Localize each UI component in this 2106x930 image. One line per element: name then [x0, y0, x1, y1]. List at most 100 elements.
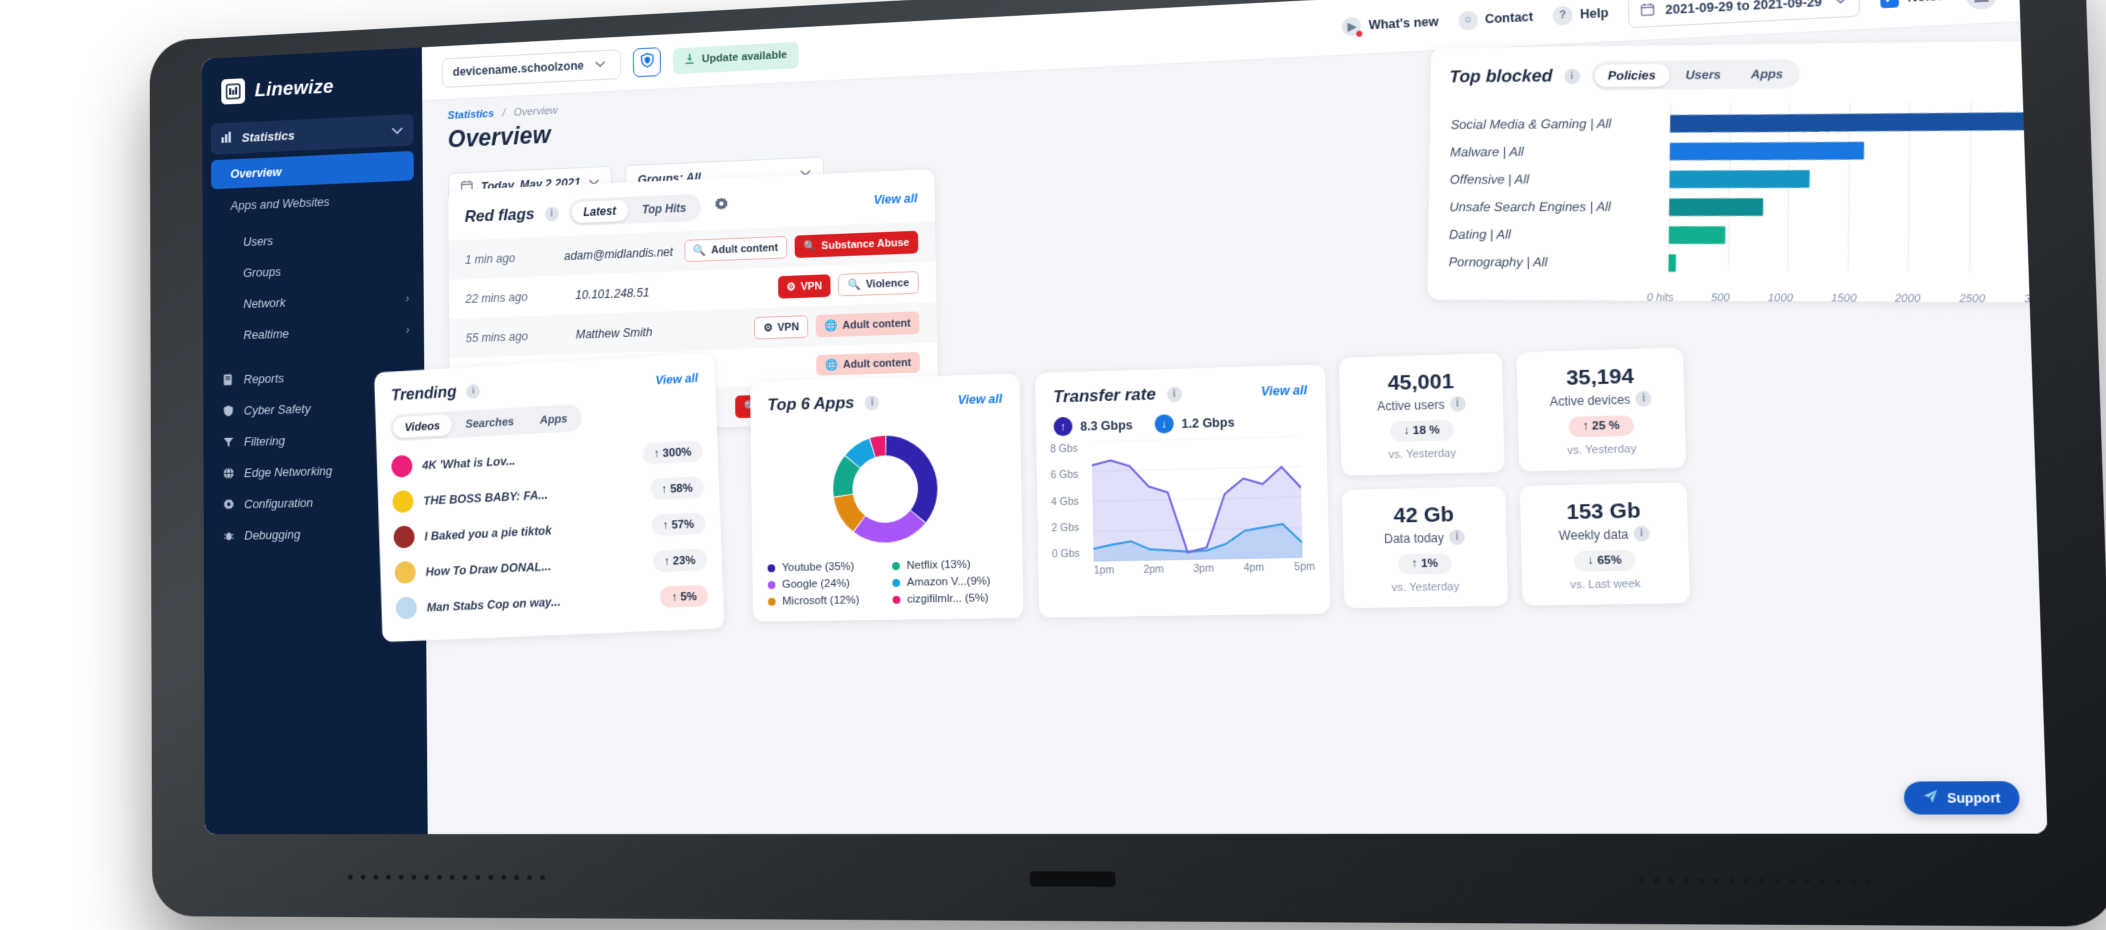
bar-category-label: Dating | All — [1448, 227, 1512, 242]
tab-users[interactable]: Users — [1672, 63, 1735, 86]
info-icon[interactable]: i — [1563, 68, 1580, 84]
noise-toggle[interactable]: ✓ Noise — [1879, 0, 1945, 8]
legend-item: Youtube (35%) — [767, 560, 881, 575]
bar-row[interactable] — [1669, 135, 2048, 165]
status-badge[interactable]: 🔍 Adult content — [684, 235, 788, 263]
shield-icon — [223, 405, 236, 418]
arrow-down-icon: ↓ — [1154, 414, 1174, 434]
bar — [1668, 226, 1726, 244]
stat-change-badge: ↑ 1% — [1398, 553, 1452, 575]
sidebar-item-label: Configuration — [244, 495, 314, 512]
red-flags-tabs: Latest Top Hits — [568, 193, 702, 227]
bar-row[interactable] — [1668, 249, 2047, 278]
sidebar-item-apps-and-websites[interactable]: Apps and Websites — [211, 183, 414, 221]
chevron-right-icon: › — [405, 291, 410, 305]
user-avatar[interactable] — [1964, 0, 1998, 10]
globe-icon — [223, 467, 236, 480]
status-badge[interactable]: 🔍 Violence — [838, 271, 919, 297]
status-badge[interactable]: ⚙ VPN — [753, 315, 809, 340]
stat-label-text: Weekly data — [1558, 526, 1629, 543]
info-icon[interactable]: i — [1448, 529, 1465, 546]
status-badge[interactable]: 🌐 Adult content — [816, 351, 921, 376]
red-flags-view-all[interactable]: View all — [874, 191, 918, 207]
globe-icon: 🌐 — [825, 359, 839, 372]
update-available-button[interactable]: Update available — [672, 41, 799, 74]
megaphone-icon: ▶ — [1342, 16, 1363, 37]
stat-value: 153 Gb — [1566, 498, 1641, 525]
legend-swatch — [767, 597, 776, 606]
stat-comparison-label: vs. Last week — [1570, 577, 1641, 592]
stat-label-text: Data today — [1383, 530, 1445, 546]
donut-slice[interactable] — [853, 510, 926, 544]
legend-label: Amazon V...(9%) — [906, 575, 991, 589]
application-window: Linewize Statistics Overview Apps and We… — [201, 0, 2048, 835]
breadcrumb-statistics[interactable]: Statistics — [448, 108, 494, 122]
tab-latest[interactable]: Latest — [571, 199, 629, 224]
sidebar-item-label: Network — [243, 295, 286, 311]
transfer-rate-header: Transfer rate i View all — [1035, 364, 1326, 417]
status-badge[interactable]: 🔍 Substance Abuse — [794, 230, 919, 259]
tab-videos[interactable]: Videos — [392, 414, 453, 439]
tab-apps[interactable]: Apps — [527, 407, 579, 431]
search-icon: 🔍 — [693, 244, 707, 258]
tablet-dots-right — [1638, 877, 1872, 884]
y-axis-labels: 8 Gbs 6 Gbs 4 Gbs 2 Gbs 0 Gbs — [1050, 441, 1094, 561]
tab-searches[interactable]: Searches — [453, 410, 526, 435]
top-blocked-card: Top blocked i Policies Users Apps View a… — [1427, 39, 2048, 306]
legend-item: Google (24%) — [767, 577, 881, 591]
stat-label: Data today i — [1351, 529, 1498, 547]
bar-category-label: Pornography | All — [1448, 254, 1548, 270]
stat-change-badge: ↑ 25 % — [1568, 415, 1634, 438]
info-icon[interactable]: i — [1633, 525, 1650, 542]
bar-row[interactable] — [1668, 221, 2048, 250]
date-range-select[interactable]: 2021-09-29 to 2021-09-29 — [1627, 0, 1861, 28]
row-tags: ⚙ VPN 🌐 Adult content — [753, 311, 920, 340]
help-button[interactable]: ? Help — [1552, 3, 1609, 26]
status-badge[interactable]: 🌐 Adult content — [815, 311, 920, 338]
stat-tile: 153 Gb Weekly data i ↓ 65% vs. Last week — [1519, 482, 1690, 606]
info-icon[interactable]: i — [1635, 390, 1652, 407]
row-user: adam@midlandis.net — [563, 244, 674, 263]
stat-label-text: Active users — [1377, 397, 1445, 414]
whats-new-button[interactable]: ▶ What's new — [1342, 12, 1439, 37]
download-stat: ↓ 1.2 Gbps — [1154, 412, 1235, 434]
shield-status-button[interactable] — [632, 47, 661, 78]
legend-swatch — [767, 581, 776, 590]
info-icon[interactable]: i — [864, 394, 880, 411]
bar-category-label: Malware | All — [1450, 144, 1524, 160]
x-tick-label: 2500 — [1959, 292, 1986, 306]
gear-icon[interactable] — [714, 196, 729, 217]
row-tags: 🌐 Adult content — [816, 351, 921, 376]
stat-label: Active users i — [1348, 395, 1495, 414]
x-tick-label: 5pm — [1294, 560, 1316, 574]
legend-item: cizgifilmlr... (5%) — [892, 592, 1008, 606]
support-button[interactable]: Support — [1903, 781, 2020, 815]
tab-apps[interactable]: Apps — [1737, 62, 1797, 85]
bar — [1669, 170, 1811, 189]
transfer-view-all[interactable]: View all — [1261, 383, 1307, 398]
gear-icon — [223, 498, 236, 511]
contact-button[interactable]: ○ Contact — [1457, 7, 1534, 31]
top-apps-view-all[interactable]: View all — [958, 392, 1002, 407]
tab-policies[interactable]: Policies — [1594, 63, 1670, 88]
device-select[interactable]: devicename.schoolzone — [441, 48, 622, 88]
info-icon[interactable]: i — [1449, 395, 1466, 412]
bar-row[interactable] — [1670, 107, 2048, 138]
info-icon[interactable]: i — [466, 383, 481, 399]
trending-item-label: How To Draw DONAL... — [425, 559, 552, 579]
badge-label: Adult content — [842, 317, 911, 332]
bar-row[interactable] — [1669, 164, 2047, 194]
info-icon[interactable]: i — [1166, 386, 1182, 402]
chevron-down-icon — [595, 59, 605, 71]
sidebar-item-label: Reports — [243, 370, 285, 387]
info-icon[interactable]: i — [544, 206, 559, 221]
trending-view-all[interactable]: View all — [655, 371, 698, 387]
status-badge[interactable]: ⚙ VPN — [777, 274, 831, 299]
legend-label: Youtube (35%) — [781, 560, 855, 575]
bar-row[interactable] — [1669, 192, 2047, 221]
legend-label: Google (24%) — [781, 577, 851, 591]
tab-top-hits[interactable]: Top Hits — [630, 197, 699, 221]
donut-slice[interactable] — [885, 434, 938, 524]
trending-item-label: Man Stabs Cop on way... — [426, 594, 561, 614]
bar-category-label: Offensive | All — [1449, 172, 1530, 187]
